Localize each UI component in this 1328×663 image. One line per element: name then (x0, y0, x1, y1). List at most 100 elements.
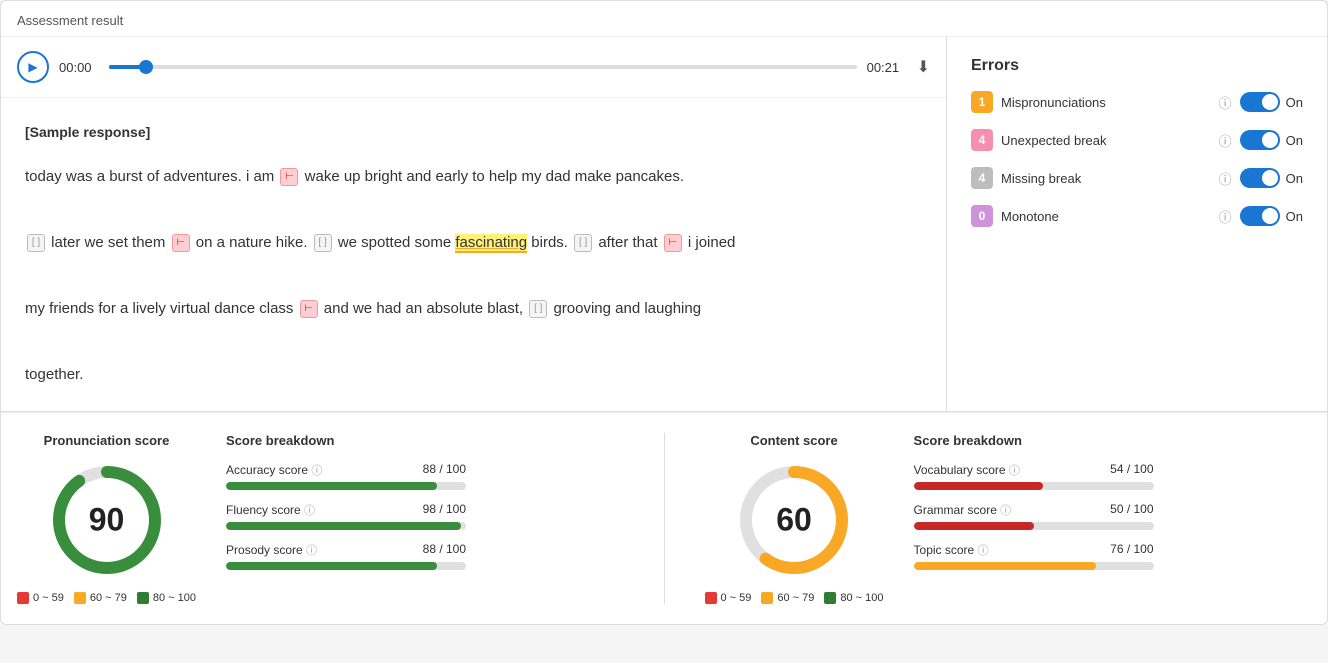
prosody-score-row: Prosody score ⓘ 88 / 100 (226, 542, 466, 570)
accuracy-score-row: Accuracy score ⓘ 88 / 100 (226, 462, 466, 490)
legend-dot-yellow (74, 592, 86, 604)
vocabulary-score-value: 54 / 100 (1110, 462, 1153, 478)
content-legend: 0 ~ 59 60 ~ 79 80 ~ 100 (705, 592, 884, 604)
unexpected-break-1: ⊢ (280, 168, 298, 186)
missing-break-info-icon[interactable]: ⓘ (1219, 169, 1232, 188)
play-icon: ▶ (28, 60, 37, 74)
unexpected-break-toggle-label: On (1286, 133, 1303, 148)
legend-0-59: 0 ~ 59 (17, 592, 64, 604)
page-title: Assessment result (1, 1, 1327, 37)
pronunciation-circle-chart: 90 (47, 460, 167, 580)
legend-60-79: 60 ~ 79 (74, 592, 127, 604)
sentence-2b: on a nature hike. (196, 234, 312, 251)
unexpected-break-2: ⊢ (172, 234, 190, 252)
error-row-missing-break: 4 Missing break ⓘ On (971, 167, 1303, 189)
pronunciation-breakdown-title: Score breakdown (226, 433, 466, 448)
mispronunciations-toggle[interactable]: On (1240, 92, 1303, 112)
unexpected-break-label: Unexpected break (1001, 133, 1211, 148)
unexpected-break-3: ⊢ (664, 234, 682, 252)
prosody-score-value: 88 / 100 (423, 542, 466, 558)
content-legend-dot-yellow (761, 592, 773, 604)
pronunciation-score-title: Pronunciation score (44, 433, 170, 448)
progress-handle[interactable] (139, 60, 153, 74)
text-panel: [Sample response] today was a burst of a… (1, 98, 946, 411)
monotone-toggle-label: On (1286, 209, 1303, 224)
content-breakdown-title: Score breakdown (914, 433, 1154, 448)
time-end: 00:21 (867, 60, 907, 75)
pronunciation-legend: 0 ~ 59 60 ~ 79 80 ~ 100 (17, 592, 196, 604)
sentence-2a: later we set them (51, 234, 169, 251)
fluency-score-value: 98 / 100 (423, 502, 466, 518)
unexpected-break-4: ⊢ (300, 300, 318, 318)
missing-break-3: [ ] (574, 234, 592, 252)
grammar-score-label: Grammar score ⓘ (914, 502, 1012, 518)
text-content: today was a burst of adventures. i am ⊢ … (25, 160, 922, 391)
content-breakdown: Score breakdown Vocabulary score ⓘ 54 / … (914, 433, 1154, 582)
sentence-2d: birds. (531, 234, 572, 251)
sentence-4: together. (25, 366, 83, 383)
pronunciation-breakdown: Score breakdown Accuracy score ⓘ 88 / 10… (226, 433, 466, 582)
fluency-score-row: Fluency score ⓘ 98 / 100 (226, 502, 466, 530)
accuracy-bar-fill (226, 482, 437, 490)
content-legend-label-0-59: 0 ~ 59 (721, 592, 752, 604)
mispronunciations-label: Mispronunciations (1001, 95, 1211, 110)
missing-break-toggle[interactable]: On (1240, 168, 1303, 188)
accuracy-score-label: Accuracy score ⓘ (226, 462, 322, 478)
download-icon: ⬇ (917, 59, 930, 76)
unexpected-break-toggle[interactable]: On (1240, 130, 1303, 150)
content-legend-label-80-100: 80 ~ 100 (840, 592, 883, 604)
mispronunciations-info-icon[interactable]: ⓘ (1219, 93, 1232, 112)
section-divider (664, 433, 665, 604)
legend-label-60-79: 60 ~ 79 (90, 592, 127, 604)
pronunciation-score-block: Pronunciation score 90 0 ~ 59 60 (17, 433, 624, 604)
play-button[interactable]: ▶ (17, 51, 49, 83)
legend-label-80-100: 80 ~ 100 (153, 592, 196, 604)
bottom-section: Pronunciation score 90 0 ~ 59 60 (1, 412, 1327, 624)
topic-bar-fill (914, 562, 1096, 570)
sentence-2c: we spotted some (338, 234, 456, 251)
vocabulary-score-row: Vocabulary score ⓘ 54 / 100 (914, 462, 1154, 490)
sentence-2e: after that (598, 234, 661, 251)
errors-panel: Errors 1 Mispronunciations ⓘ On 4 Unexpe… (947, 37, 1327, 411)
fluency-bar-fill (226, 522, 461, 530)
missing-break-toggle-label: On (1286, 171, 1303, 186)
topic-score-value: 76 / 100 (1110, 542, 1153, 558)
sentence-1: today was a burst of adventures. i am (25, 168, 278, 185)
download-button[interactable]: ⬇ (917, 57, 930, 77)
topic-bar-bg (914, 562, 1154, 570)
missing-break-label: Missing break (1001, 171, 1211, 186)
highlighted-word: fascinating (455, 234, 527, 253)
fluency-score-label: Fluency score ⓘ (226, 502, 315, 518)
audio-player: ▶ 00:00 00:21 ⬇ (1, 37, 946, 98)
legend-dot-red (17, 592, 29, 604)
prosody-bar-bg (226, 562, 466, 570)
monotone-badge: 0 (971, 205, 993, 227)
error-row-mispronunciations: 1 Mispronunciations ⓘ On (971, 91, 1303, 113)
unexpected-break-info-icon[interactable]: ⓘ (1219, 131, 1232, 150)
content-score-block: Content score 60 0 ~ 59 60 ~ 79 (705, 433, 1312, 604)
topic-score-row: Topic score ⓘ 76 / 100 (914, 542, 1154, 570)
audio-text-panel: ▶ 00:00 00:21 ⬇ [Sample response] today … (1, 37, 947, 411)
prosody-score-label: Prosody score ⓘ (226, 542, 317, 558)
content-legend-60-79: 60 ~ 79 (761, 592, 814, 604)
error-row-unexpected-break: 4 Unexpected break ⓘ On (971, 129, 1303, 151)
content-legend-80-100: 80 ~ 100 (824, 592, 883, 604)
missing-break-2: [ ] (314, 234, 332, 252)
accuracy-bar-bg (226, 482, 466, 490)
sentence-3a: my friends for a lively virtual dance cl… (25, 300, 298, 317)
grammar-bar-bg (914, 522, 1154, 530)
time-start: 00:00 (59, 60, 99, 75)
content-legend-label-60-79: 60 ~ 79 (777, 592, 814, 604)
content-legend-dot-red (705, 592, 717, 604)
progress-bar[interactable] (109, 65, 857, 69)
pronunciation-circle-wrapper: Pronunciation score 90 0 ~ 59 60 (17, 433, 196, 604)
monotone-toggle[interactable]: On (1240, 206, 1303, 226)
accuracy-score-value: 88 / 100 (423, 462, 466, 478)
vocabulary-score-label: Vocabulary score ⓘ (914, 462, 1020, 478)
mispronunciations-badge: 1 (971, 91, 993, 113)
monotone-info-icon[interactable]: ⓘ (1219, 207, 1232, 226)
prosody-bar-fill (226, 562, 437, 570)
top-section: ▶ 00:00 00:21 ⬇ [Sample response] today … (1, 37, 1327, 412)
sentence-2f: i joined (688, 234, 736, 251)
content-score-title: Content score (750, 433, 837, 448)
